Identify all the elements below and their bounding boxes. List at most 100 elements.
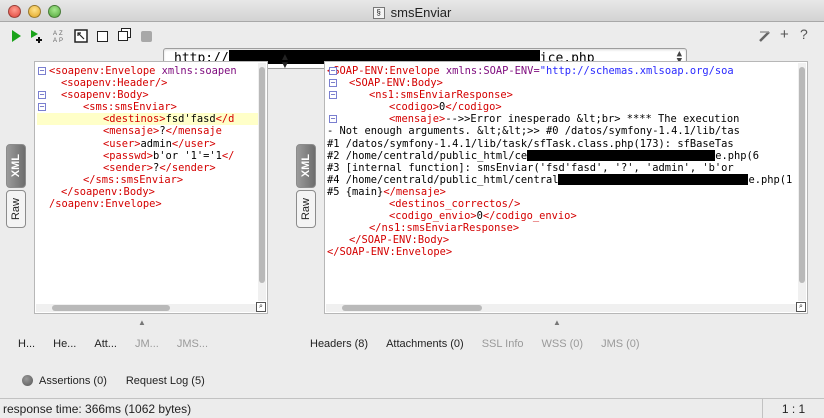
code-text: -->>Error inesperado &lt;br> **** The ex… [445,113,740,126]
tab-request-headers[interactable]: He... [53,338,76,350]
redacted-block [558,173,749,185]
split-view-button[interactable] [94,28,110,44]
copy-icon [118,31,128,41]
code-line: <soapenv:Envelope xmlns:soapen − [37,65,259,77]
svg-text:A: A [53,38,57,43]
fold-toggle-icon[interactable]: − [329,67,337,75]
fold-toggle-icon[interactable]: − [329,79,337,88]
tab-raw-response[interactable]: Raw [296,190,316,228]
fold-toggle-icon[interactable]: − [38,67,46,75]
code-token: <soapenv:Header/> [61,77,168,90]
zoom-corner-icon[interactable]: ⌕ [256,302,266,312]
splitter-handle[interactable]: ▲ ▼ [280,53,290,71]
code-line: <destinos>fsd'fasd</d [37,113,259,126]
collapse-caret-icon[interactable]: ▲ [138,318,146,327]
code-token: <soapenv:Envelope [49,65,162,77]
stop-icon [140,30,152,42]
collapse-caret-icon[interactable]: ▲ [553,318,561,327]
tab-request-auth[interactable]: H... [18,338,35,350]
code-text: e.php(1 [748,173,793,186]
maximize-editor-button[interactable] [73,28,89,44]
tab-xml-response[interactable]: XML [296,144,316,188]
code-text: - Not enough arguments. &lt;&lt;>> #0 /d… [327,125,740,138]
tab-jms[interactable]: JMS (0) [601,338,640,350]
code-token: <sender> [103,161,154,174]
code-text: #4 /home/centrald/public_html/central [327,173,559,186]
code-token: xmlns:SOAP-ENV= [445,65,540,77]
response-editor-panel[interactable]: <SOAP-ENV:Envelope xmlns:SOAP-ENV="http:… [324,61,808,314]
tab-wss[interactable]: WSS (0) [542,338,584,350]
tab-request-jms-props[interactable]: JMS... [177,338,208,350]
code-token: </mensaje> [383,185,446,198]
code-line: #2 /home/centrald/public_html/ce e.php(6 [327,149,799,162]
code-line: /soapenv:Envelope> [37,198,259,210]
wrench-icon [759,31,770,42]
response-xml-editor[interactable]: <SOAP-ENV:Envelope xmlns:SOAP-ENV="http:… [327,65,799,301]
tab-request-attachments[interactable]: Att... [94,338,117,350]
code-line: <soapenv:Body> − [37,89,259,101]
code-token: <SOAP-ENV:Body> [349,77,443,90]
tab-response-headers[interactable]: Headers (8) [310,338,368,350]
zoom-corner-icon[interactable]: ⌕ [796,302,806,312]
code-line: - Not enough arguments. &lt;&lt;>> #0 /d… [327,125,799,137]
az-sort-icon: A ZA P [53,31,63,43]
settings-button[interactable] [757,28,773,48]
code-text: #2 /home/centrald/public_html/ce [327,149,528,162]
request-horizontal-scrollbar[interactable] [36,304,257,312]
help-button[interactable]: ? [800,26,808,43]
close-window-button[interactable] [8,5,21,18]
add-button[interactable]: + [780,26,789,43]
request-log-tab[interactable]: Request Log (5) [126,375,205,387]
fold-toggle-icon[interactable]: − [329,115,337,124]
response-time-label: response time: 366ms (1062 bytes) [3,402,192,416]
code-line: </ns1:smsEnviarResponse> [327,222,799,234]
tab-ssl-info[interactable]: SSL Info [482,338,524,350]
minimize-window-button[interactable] [28,5,41,18]
request-editor-panel[interactable]: <soapenv:Envelope xmlns:soapen − <soapenv:… [34,61,268,314]
tab-raw-request[interactable]: Raw [6,190,26,228]
request-bottom-tabs: H... He... Att... JM... JMS... [18,332,226,356]
assertions-tab[interactable]: Assertions (0) [22,375,107,387]
code-line: </SOAP-ENV:Body> [327,234,799,246]
fold-toggle-icon[interactable]: − [329,91,337,100]
cancel-request-button[interactable] [138,28,154,44]
request-vertical-scrollbar[interactable] [258,63,266,301]
code-line: #1 /datos/symfony-1.4.1/lib/task/sfTask.… [327,138,799,150]
plus-icon: + [780,26,789,43]
response-horizontal-scrollbar[interactable] [326,304,797,312]
request-xml-editor[interactable]: <soapenv:Envelope xmlns:soapen − <soapenv:… [37,65,259,301]
app-window: § smsEnviar AZAP http://ice.php ▲▼ + ? ▲▼… [0,0,824,418]
code-line: #4 /home/centrald/public_html/central e.p… [327,173,799,186]
code-token: <user> [103,137,141,150]
code-token: </d [215,113,235,126]
code-line: <SOAP-ENV:Envelope xmlns:SOAP-ENV="http:… [327,65,799,77]
inspector-tabs: Assertions (0) Request Log (5) [0,366,824,396]
submit-request-button[interactable] [8,28,24,44]
code-line: <sender>?</sender> [37,162,259,174]
svg-text:Z: Z [59,31,63,37]
code-token: <mensaje> [103,125,160,138]
code-line: <codigo>0</codigo> [327,101,799,113]
format-button[interactable]: AZAP [52,28,68,44]
response-vertical-scrollbar[interactable] [798,63,806,301]
code-token: </sender> [159,161,216,174]
fold-toggle-icon[interactable]: − [38,103,46,112]
code-line: </SOAP-ENV:Envelope> [327,246,799,258]
tabs-view-button[interactable] [115,28,131,44]
zoom-window-button[interactable] [48,5,61,18]
tab-request-jms-headers[interactable]: JM... [135,338,159,350]
redacted-block [527,149,716,161]
code-token: <passwd> [103,149,154,162]
window-title: smsEnviar [390,5,452,20]
tab-response-attachments[interactable]: Attachments (0) [386,338,464,350]
code-token: </SOAP-ENV:Envelope> [327,246,453,259]
add-assertion-button[interactable] [29,28,45,44]
code-token: </soapenv:Body> [61,185,155,198]
code-token: /soapenv:Envelope> [49,198,162,211]
tab-xml-request[interactable]: XML [6,144,26,188]
code-token: <SOAP-ENV:Envelope [327,65,446,77]
fold-toggle-icon[interactable]: − [38,91,46,100]
code-token: </ [221,149,235,162]
toolbar: AZAP http://ice.php ▲▼ + ? [0,22,824,69]
svg-text:P: P [59,38,63,43]
